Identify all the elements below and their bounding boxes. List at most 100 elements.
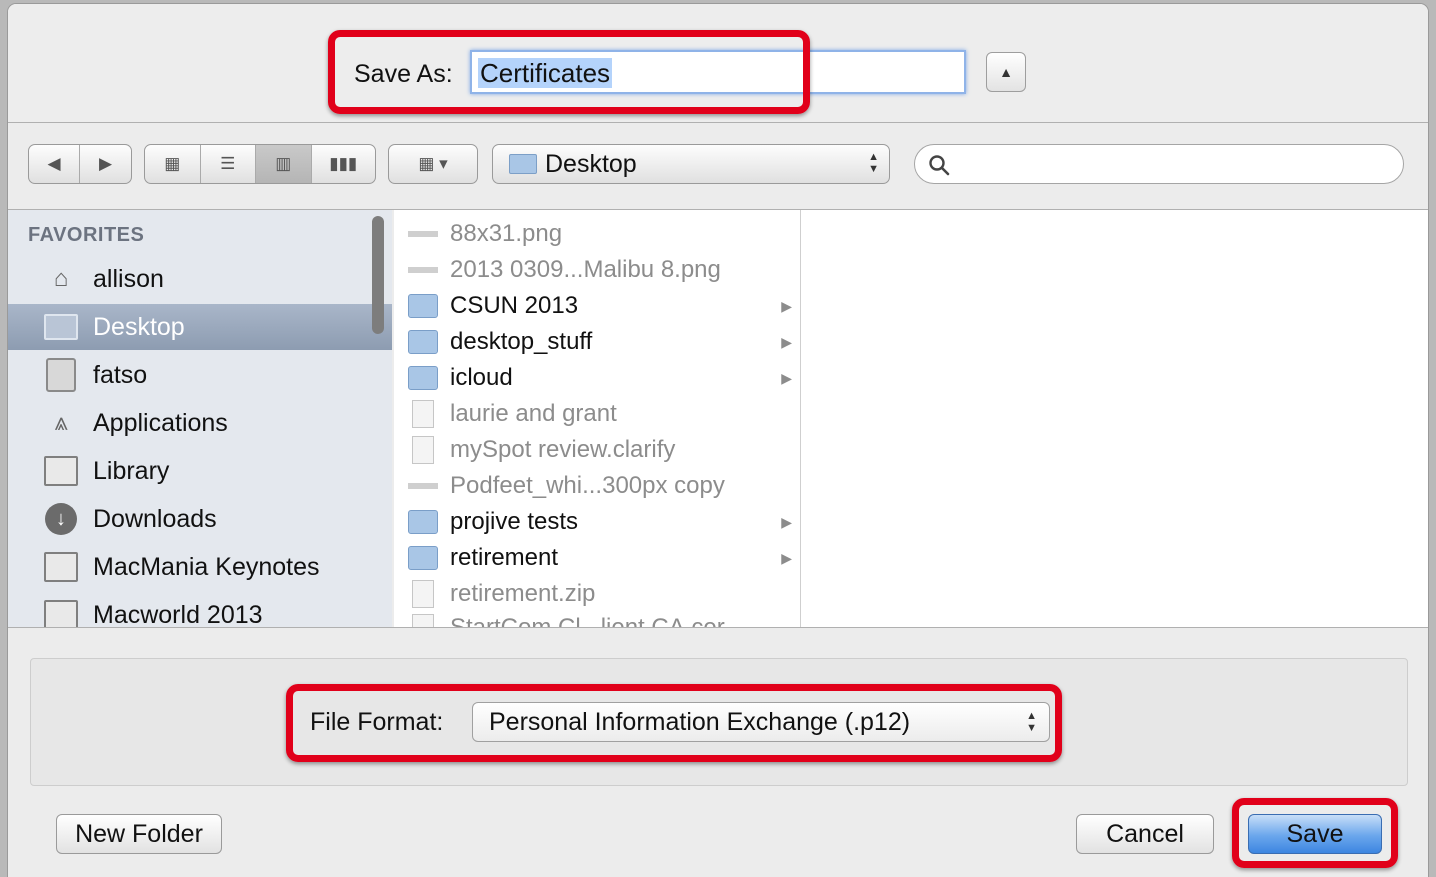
hard-drive-icon <box>44 358 78 392</box>
home-icon: ⌂ <box>53 265 69 292</box>
file-row: retirement.zip <box>394 576 800 612</box>
sidebar-item-label: Library <box>93 456 170 485</box>
desktop-folder-icon <box>509 154 537 174</box>
folder-icon <box>44 455 78 487</box>
sidebar-item-label: Desktop <box>93 312 185 341</box>
cancel-label: Cancel <box>1106 819 1184 848</box>
file-row: 2013 0309...Malibu 8.png <box>394 252 800 288</box>
sidebar-item-label: Macworld 2013 <box>93 600 263 629</box>
file-row: StartCom Cl...lient CA.cer <box>394 610 800 628</box>
folder-row[interactable]: CSUN 2013 ▶ <box>394 288 800 324</box>
cancel-button[interactable]: Cancel <box>1076 814 1214 854</box>
sidebar-item-fatso[interactable]: fatso <box>8 352 392 398</box>
search-field[interactable] <box>914 144 1404 184</box>
sidebar-item-label: Downloads <box>93 504 217 533</box>
column-view-icon: ▥ <box>275 154 292 173</box>
save-as-value: Certificates <box>478 58 613 88</box>
file-name: StartCom Cl...lient CA.cer <box>450 614 725 628</box>
file-row: 88x31.png <box>394 216 800 252</box>
image-file-icon <box>408 267 438 273</box>
folder-row[interactable]: desktop_stuff ▶ <box>394 324 800 360</box>
view-mode-segment: ▦ ☰ ▥ ▮▮▮ <box>144 144 376 184</box>
file-name: projive tests <box>450 508 579 535</box>
save-as-field[interactable]: Certificates <box>470 50 966 94</box>
folder-icon <box>408 546 438 570</box>
new-folder-label: New Folder <box>75 819 203 848</box>
sidebar-item-desktop[interactable]: Desktop <box>8 304 392 350</box>
disclosure-arrow-icon: ▶ <box>781 513 792 530</box>
folder-row[interactable]: retirement ▶ <box>394 540 800 576</box>
file-row: mySpot review.clarify <box>394 432 800 468</box>
sidebar-scrollbar[interactable] <box>372 216 384 334</box>
folder-row[interactable]: projive tests ▶ <box>394 504 800 540</box>
search-icon <box>929 155 950 176</box>
empty-column <box>801 210 1428 628</box>
sidebar-item-library[interactable]: Library <box>8 448 392 494</box>
column-view-button[interactable]: ▥ <box>256 145 312 183</box>
coverflow-view-icon: ▮▮▮ <box>329 154 358 173</box>
file-name: retirement.zip <box>450 580 596 607</box>
sidebar: FAVORITES ⌂ allison Desktop fatso ⩓ Appl… <box>8 210 392 628</box>
sidebar-item-downloads[interactable]: ↓ Downloads <box>8 496 392 542</box>
updown-arrows-icon: ▲ ▼ <box>1026 710 1037 734</box>
list-view-button[interactable]: ☰ <box>201 145 257 183</box>
location-label: Desktop <box>545 149 637 178</box>
save-as-row: Save As: Certificates ▲ <box>8 4 1428 122</box>
icon-view-icon: ▦ <box>164 154 181 173</box>
toolbar: ◀ ▶ ▦ ☰ ▥ ▮▮▮ ▦ ▾ Desktop ▲ ▼ <box>8 124 1428 208</box>
file-name: CSUN 2013 <box>450 292 579 319</box>
document-icon <box>412 436 434 464</box>
folder-icon <box>44 551 78 583</box>
sidebar-item-label: MacMania Keynotes <box>93 552 320 581</box>
image-file-icon <box>408 483 438 489</box>
image-file-icon <box>408 231 438 237</box>
save-as-label: Save As: <box>354 60 453 88</box>
sidebar-item-label: Applications <box>93 408 228 437</box>
file-format-select[interactable]: Personal Information Exchange (.p12) ▲ ▼ <box>472 702 1050 742</box>
downloads-icon: ↓ <box>44 503 78 535</box>
forward-button[interactable]: ▶ <box>80 145 131 183</box>
updown-arrows-icon: ▲ ▼ <box>868 151 879 175</box>
disclosure-arrow-icon: ▶ <box>781 297 792 314</box>
sidebar-item-allison[interactable]: ⌂ allison <box>8 256 392 302</box>
forward-arrow-icon: ▶ <box>98 154 113 173</box>
accessory-area: File Format: Personal Information Exchan… <box>8 628 1428 877</box>
location-popup[interactable]: Desktop ▲ ▼ <box>492 144 890 184</box>
sidebar-item-label: fatso <box>93 360 148 389</box>
file-name: laurie and grant <box>450 400 617 427</box>
sidebar-item-applications[interactable]: ⩓ Applications <box>8 400 392 446</box>
file-name: icloud <box>450 364 513 391</box>
file-row: laurie and grant <box>394 396 800 432</box>
folder-icon <box>408 294 438 318</box>
coverflow-view-button[interactable]: ▮▮▮ <box>312 145 375 183</box>
certificate-file-icon <box>412 614 434 628</box>
list-view-icon: ☰ <box>220 154 236 173</box>
sidebar-item-macmania-keynotes[interactable]: MacMania Keynotes <box>8 544 392 590</box>
arrange-popup[interactable]: ▦ ▾ <box>388 144 478 184</box>
folder-icon <box>44 599 78 628</box>
triangle-up-icon: ▲ <box>999 64 1013 80</box>
desktop-icon <box>44 311 78 343</box>
save-dialog: Save As: Certificates ▲ ◀ ▶ ▦ ☰ ▥ ▮▮▮ ▦ … <box>8 4 1428 877</box>
document-icon <box>412 400 434 428</box>
file-name: desktop_stuff <box>450 328 593 355</box>
folder-icon <box>408 366 438 390</box>
save-button[interactable]: Save <box>1248 814 1382 854</box>
back-button[interactable]: ◀ <box>29 145 81 183</box>
folder-icon <box>408 510 438 534</box>
zip-file-icon <box>412 580 434 608</box>
file-format-value: Personal Information Exchange (.p12) <box>489 708 911 736</box>
icon-view-button[interactable]: ▦ <box>145 145 201 183</box>
file-name: retirement <box>450 544 559 571</box>
sidebar-item-macworld-2013[interactable]: Macworld 2013 <box>8 592 392 628</box>
file-row: Podfeet_whi...300px copy <box>394 468 800 504</box>
folder-row[interactable]: icloud ▶ <box>394 360 800 396</box>
new-folder-button[interactable]: New Folder <box>56 814 222 854</box>
applications-icon: ⩓ <box>54 409 68 436</box>
file-name: 88x31.png <box>450 220 563 247</box>
file-column: 88x31.png 2013 0309...Malibu 8.png CSUN … <box>394 210 801 628</box>
file-format-label: File Format: <box>310 708 444 736</box>
disclosure-arrow-icon: ▶ <box>781 549 792 566</box>
file-name: Podfeet_whi...300px copy <box>450 472 725 499</box>
expand-dialog-button[interactable]: ▲ <box>986 52 1026 92</box>
